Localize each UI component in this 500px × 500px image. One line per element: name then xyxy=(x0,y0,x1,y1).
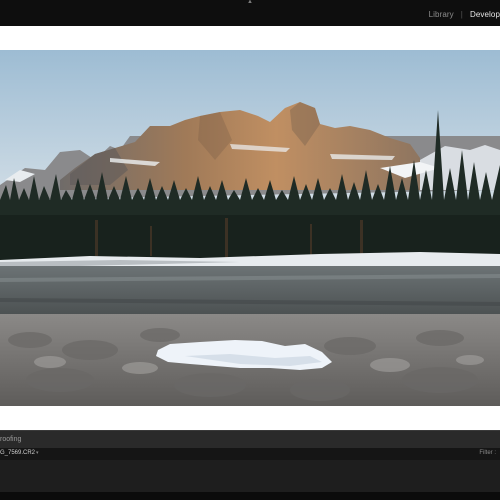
module-bar: ▲ Library | Develop xyxy=(0,0,500,26)
module-picker: Library | Develop xyxy=(429,7,500,21)
filename-text: G_7569.CR2 xyxy=(0,450,36,456)
landscape-photo xyxy=(0,50,500,406)
caret-down-icon[interactable]: ▾ xyxy=(36,450,39,456)
module-develop-link[interactable]: Develop xyxy=(470,10,500,19)
photo-preview[interactable] xyxy=(0,50,500,406)
module-separator: | xyxy=(460,9,463,19)
module-library-link[interactable]: Library xyxy=(429,10,454,19)
lightroom-develop-window: ▲ Library | Develop roofing G_7569.CR2▾ … xyxy=(0,0,500,500)
develop-toolbar: roofing xyxy=(0,430,500,448)
filmstrip-filter-label[interactable]: Filter : xyxy=(479,450,496,456)
filmstrip[interactable] xyxy=(0,460,500,492)
filmstrip-header: G_7569.CR2▾ Filter : xyxy=(0,448,500,460)
collapse-top-panel-icon[interactable]: ▲ xyxy=(246,0,254,5)
image-canvas[interactable] xyxy=(0,26,500,430)
soft-proofing-checkbox-label[interactable]: roofing xyxy=(0,436,21,443)
current-filename[interactable]: G_7569.CR2▾ xyxy=(0,450,39,456)
bottom-panel-edge xyxy=(0,492,500,500)
